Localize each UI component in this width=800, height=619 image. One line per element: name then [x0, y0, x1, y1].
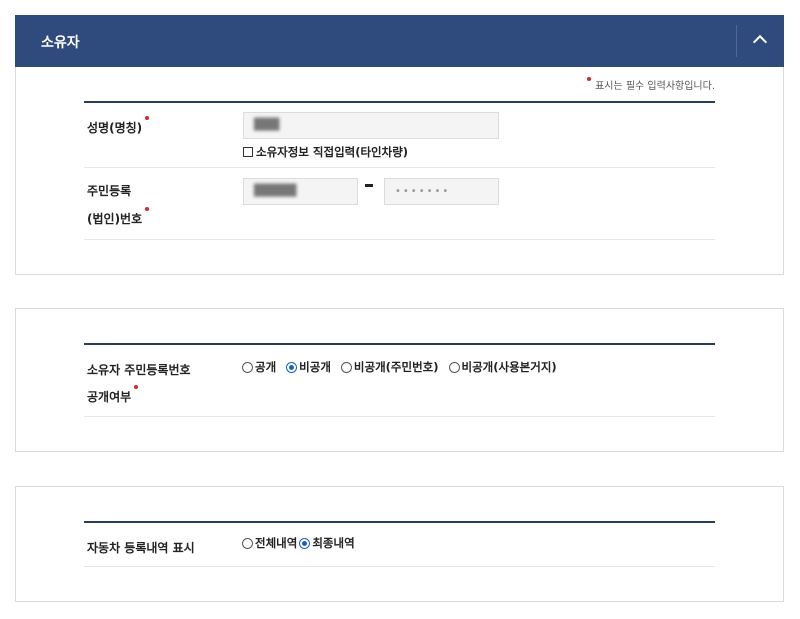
registration-front-input[interactable]: █████	[243, 178, 358, 205]
radio-circle[interactable]	[242, 361, 253, 373]
name-label: 성명(명칭)	[87, 116, 150, 136]
name-input[interactable]: ███	[243, 112, 499, 139]
radio-public[interactable]: 공개	[242, 359, 276, 375]
required-dot-icon	[145, 207, 150, 211]
radio-circle[interactable]	[448, 361, 460, 373]
section-top-border	[84, 101, 715, 103]
owner-panel: 소유자 표시는 필수 입력사항입니다. 성명(명칭) ███ 소유자정보 직접입…	[15, 15, 784, 275]
registration-number-label-line2: (법인)번호	[87, 207, 150, 227]
panel-title: 소유자	[41, 35, 80, 51]
hyphen-separator	[365, 184, 373, 187]
radio-circle-selected[interactable]	[299, 537, 311, 549]
registration-number-label-line1: 주민등록	[87, 184, 132, 198]
history-panel: 자동차 등록내역 표시 전체내역 최종내역	[15, 486, 784, 602]
disclosure-panel: 소유자 주민등록번호 공개여부 공개 비공개 비공개(주민번호) 비공개(사용본…	[15, 308, 784, 452]
section-top-border	[84, 521, 715, 523]
direct-input-checkbox[interactable]: 소유자정보 직접입력(타인차량)	[243, 144, 408, 160]
required-dot-icon	[587, 77, 592, 81]
required-dot-icon	[134, 385, 139, 389]
row-divider	[84, 416, 715, 417]
radio-private-resident-number[interactable]: 비공개(주민번호)	[340, 359, 439, 375]
registration-back-input[interactable]: •••••••	[384, 178, 499, 205]
radio-private[interactable]: 비공개	[286, 359, 331, 375]
collapse-button[interactable]	[737, 15, 784, 67]
row-divider	[84, 239, 715, 240]
section-top-border	[84, 343, 715, 345]
required-dot-icon	[145, 116, 150, 120]
row-divider	[84, 566, 715, 567]
checkbox-box[interactable]	[243, 147, 253, 157]
radio-private-residence[interactable]: 비공개(사용본거지)	[448, 359, 557, 375]
radio-circle[interactable]	[340, 361, 352, 373]
radio-circle[interactable]	[242, 537, 253, 549]
history-label: 자동차 등록내역 표시	[87, 541, 195, 555]
radio-circle-selected[interactable]	[286, 361, 298, 373]
radio-full-history[interactable]: 전체내역	[242, 535, 297, 551]
row-divider	[84, 167, 715, 168]
history-radio-group: 전체내역 최종내역	[242, 535, 365, 551]
disclosure-label-line1: 소유자 주민등록번호	[87, 363, 191, 377]
required-note: 표시는 필수 입력사항입니다.	[587, 77, 715, 92]
radio-final-history[interactable]: 최종내역	[299, 535, 355, 551]
disclosure-radio-group: 공개 비공개 비공개(주민번호) 비공개(사용본거지)	[242, 359, 567, 375]
owner-panel-header: 소유자	[15, 15, 784, 67]
chevron-up-icon	[752, 34, 768, 50]
disclosure-label-line2: 공개여부	[87, 385, 139, 405]
